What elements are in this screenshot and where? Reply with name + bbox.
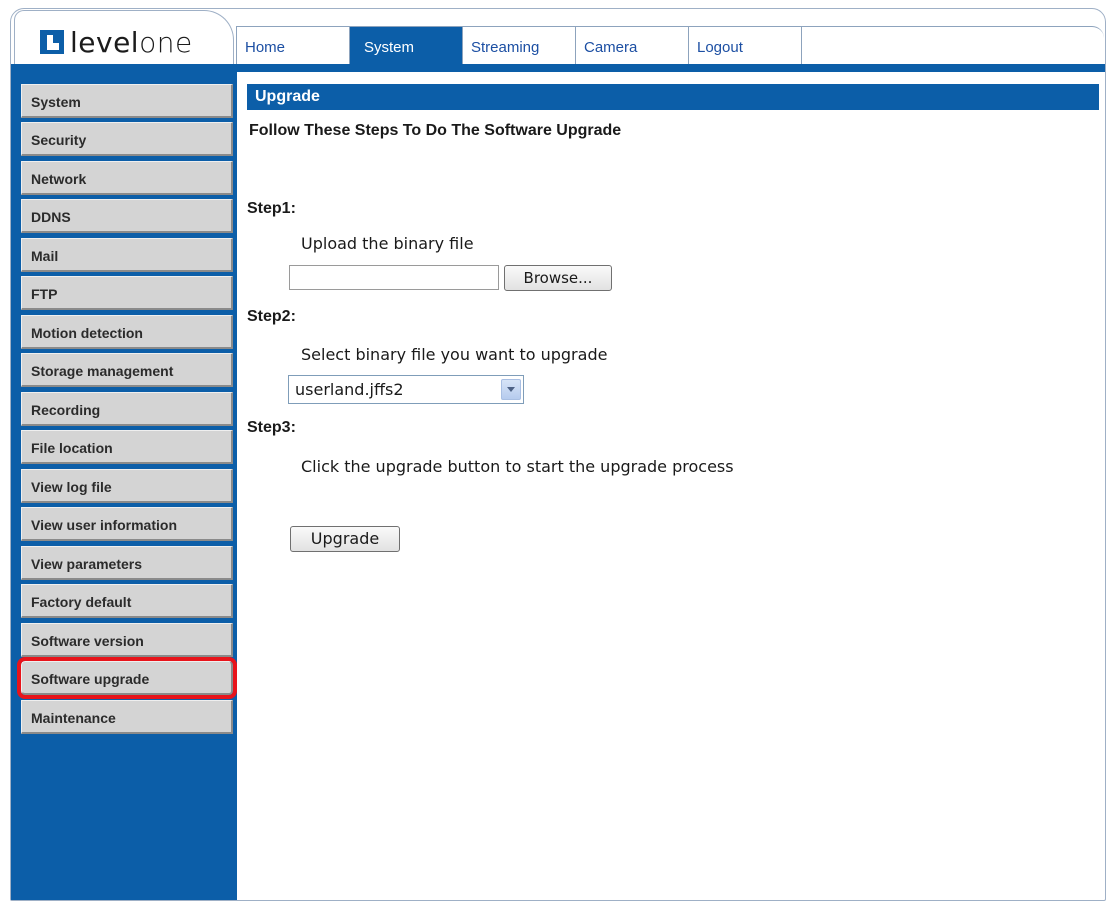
logo-mark-icon <box>40 30 64 54</box>
sidebar-item-view-log-file[interactable]: View log file <box>21 469 233 503</box>
browse-button[interactable]: Browse... <box>504 265 612 291</box>
tab-home[interactable]: Home <box>237 27 350 64</box>
file-path-input[interactable] <box>289 265 499 290</box>
binary-file-select[interactable]: userland.jffs2 <box>288 375 524 404</box>
tab-streaming[interactable]: Streaming <box>463 27 576 64</box>
step3-description: Click the upgrade button to start the up… <box>301 457 734 476</box>
tab-logout[interactable]: Logout <box>689 27 802 64</box>
step2-description: Select binary file you want to upgrade <box>301 345 608 364</box>
sidebar-item-network[interactable]: Network <box>21 161 233 195</box>
step2-title: Step2: <box>247 308 296 325</box>
tab-system[interactable]: System <box>350 27 463 64</box>
upgrade-button[interactable]: Upgrade <box>290 526 400 552</box>
sidebar-item-ddns[interactable]: DDNS <box>21 199 233 233</box>
levelone-logo: levelone <box>40 26 193 59</box>
sidebar-item-software-upgrade[interactable]: Software upgrade <box>17 657 237 699</box>
sidebar: System Security Network DDNS Mail FTP Mo… <box>11 72 237 900</box>
sidebar-item-storage-management[interactable]: Storage management <box>21 353 233 387</box>
logo-text-suffix: one <box>139 26 193 59</box>
top-navigation: Home System Streaming Camera Logout <box>236 26 1104 64</box>
logo-text: level <box>70 26 140 59</box>
binary-file-select-value: userland.jffs2 <box>295 380 404 399</box>
tab-camera[interactable]: Camera <box>576 27 689 64</box>
sidebar-item-mail[interactable]: Mail <box>21 238 233 272</box>
page-title: Upgrade <box>247 84 1099 110</box>
page-subtitle: Follow These Steps To Do The Software Up… <box>249 122 622 139</box>
sidebar-item-view-user-information[interactable]: View user information <box>21 507 233 541</box>
sidebar-item-system[interactable]: System <box>21 84 233 118</box>
sidebar-item-file-location[interactable]: File location <box>21 430 233 464</box>
step1-description: Upload the binary file <box>301 234 474 253</box>
sidebar-item-ftp[interactable]: FTP <box>21 276 233 310</box>
main-content: Upgrade Follow These Steps To Do The Sof… <box>237 72 1103 898</box>
sidebar-item-security[interactable]: Security <box>21 122 233 156</box>
nav-divider <box>11 64 1105 72</box>
sidebar-item-software-version[interactable]: Software version <box>21 623 233 657</box>
step1-title: Step1: <box>247 200 296 217</box>
sidebar-item-view-parameters[interactable]: View parameters <box>21 546 233 580</box>
sidebar-item-factory-default[interactable]: Factory default <box>21 584 233 618</box>
step3-title: Step3: <box>247 419 296 436</box>
chevron-down-icon[interactable] <box>501 379 521 400</box>
sidebar-item-recording[interactable]: Recording <box>21 392 233 426</box>
sidebar-item-motion-detection[interactable]: Motion detection <box>21 315 233 349</box>
sidebar-item-maintenance[interactable]: Maintenance <box>21 700 233 734</box>
